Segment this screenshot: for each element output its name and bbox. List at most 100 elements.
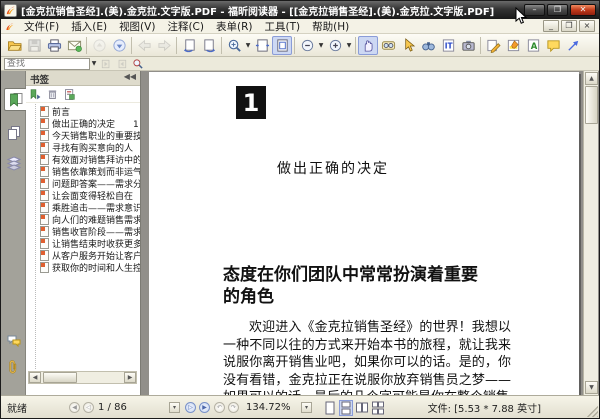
bookmark-options-icon[interactable] bbox=[63, 88, 76, 101]
sidebar-tab-comments[interactable] bbox=[3, 329, 25, 352]
bookmark-item[interactable]: 获取你的时间和人生控制权 bbox=[36, 261, 140, 274]
page-dropdown-icon[interactable]: ▾ bbox=[169, 402, 180, 413]
zoom-in-caret-icon[interactable]: ▼ bbox=[345, 42, 353, 49]
fit-width-icon[interactable] bbox=[252, 36, 272, 55]
vertical-scrollbar[interactable]: ▲ ▼ bbox=[583, 71, 598, 395]
bookmark-item[interactable]: 做出正确的决定 1 bbox=[36, 117, 140, 130]
scrollbar-thumb[interactable] bbox=[43, 372, 77, 383]
single-page-view-icon[interactable] bbox=[323, 400, 337, 416]
doc-restore-button[interactable]: ❐ bbox=[561, 20, 577, 32]
first-page-icon[interactable] bbox=[89, 36, 109, 55]
continuous-facing-view-icon[interactable] bbox=[371, 400, 385, 416]
sidebar-tab-pages[interactable] bbox=[3, 121, 25, 144]
svg-text:A: A bbox=[530, 40, 537, 50]
next-view-button[interactable]: ↷ bbox=[228, 402, 239, 413]
bookmark-item[interactable]: 有效面对销售拜访中的恐惧 bbox=[36, 153, 140, 166]
first-page-button[interactable]: ◀ bbox=[69, 402, 80, 413]
zoom-out-caret-icon[interactable]: ▼ bbox=[317, 42, 325, 49]
snapshot-icon[interactable] bbox=[458, 36, 478, 55]
fit-page-icon[interactable] bbox=[272, 35, 292, 55]
bookmark-item[interactable]: 今天销售职业的重要技巧 bbox=[36, 129, 140, 142]
bookmark-icon bbox=[9, 92, 22, 107]
scroll-left-icon[interactable]: ◀ bbox=[29, 372, 41, 383]
highlight-icon[interactable] bbox=[503, 36, 523, 55]
scroll-down-icon[interactable]: ▼ bbox=[585, 381, 598, 394]
document-view[interactable]: 1 做出正确的决定 态度在你们团队中常常扮演着重要的角色 欢迎进入《金克拉销售圣… bbox=[141, 71, 599, 395]
doc-minimize-button[interactable]: _ bbox=[543, 20, 559, 32]
note-icon[interactable] bbox=[543, 36, 563, 55]
sidebar-tab-attachments[interactable] bbox=[3, 354, 25, 377]
save-icon[interactable] bbox=[24, 36, 44, 55]
next-page-button[interactable]: ▷ bbox=[185, 402, 196, 413]
find-caret-icon[interactable]: ▼ bbox=[90, 60, 98, 67]
bookmark-item[interactable]: 前言 bbox=[36, 105, 140, 118]
last-page-icon[interactable] bbox=[109, 36, 129, 55]
zoom-level[interactable]: 134.72% bbox=[246, 396, 291, 418]
close-button[interactable]: ✕ bbox=[570, 4, 596, 16]
minimize-button[interactable]: – bbox=[524, 4, 545, 16]
forward-icon[interactable] bbox=[154, 36, 174, 55]
zoom-tool-icon[interactable] bbox=[224, 36, 244, 55]
full-search-icon[interactable] bbox=[130, 57, 146, 70]
window-title: [金克拉销售圣经].(美).金克拉.文字版.PDF - 福昕阅读器 - [[金克… bbox=[21, 6, 495, 18]
bookmarks-horizontal-scrollbar[interactable]: ◀ ▶ bbox=[28, 371, 137, 384]
menu-view[interactable]: 视图(V) bbox=[113, 19, 161, 34]
bookmark-item[interactable]: 从客户服务开始让客户满意 bbox=[36, 249, 140, 262]
sidebar-tab-layers[interactable] bbox=[3, 151, 25, 174]
menu-tools[interactable]: 工具(T) bbox=[258, 19, 306, 34]
title-bar: [金克拉销售圣经].(美).金克拉.文字版.PDF - 福昕阅读器 - [[金克… bbox=[1, 1, 599, 19]
zoom-in-icon[interactable] bbox=[325, 36, 345, 55]
prev-view-icon[interactable] bbox=[179, 36, 199, 55]
bookmark-item[interactable]: 让会面变得轻松自在 bbox=[36, 189, 140, 202]
arrow-tool-icon[interactable] bbox=[563, 36, 583, 55]
menu-insert[interactable]: 插入(E) bbox=[65, 19, 113, 34]
find-next-icon[interactable] bbox=[114, 57, 130, 70]
zoom-tool-caret-icon[interactable]: ▼ bbox=[244, 42, 252, 49]
maximize-button[interactable]: ❐ bbox=[547, 4, 568, 16]
delete-bookmark-icon[interactable] bbox=[46, 88, 59, 101]
pencil-icon[interactable] bbox=[483, 36, 503, 55]
scroll-up-icon[interactable]: ▲ bbox=[585, 72, 598, 85]
app-menu-icon[interactable] bbox=[4, 21, 15, 32]
hand-tool-icon[interactable] bbox=[358, 35, 378, 55]
bookmark-item[interactable]: 让销售结束时收获更多 bbox=[36, 237, 140, 250]
bookmark-item[interactable]: 向人们的难题销售需求解决 bbox=[36, 213, 140, 226]
resize-grip[interactable] bbox=[586, 405, 598, 417]
menu-form[interactable]: 表单(R) bbox=[210, 19, 259, 34]
page-indicator[interactable]: 1 / 86 bbox=[98, 396, 127, 418]
next-view-icon[interactable] bbox=[199, 36, 219, 55]
bookmark-item[interactable]: 寻找有购买意向的人 bbox=[36, 141, 140, 154]
zoom-dropdown-icon[interactable]: ▾ bbox=[301, 402, 312, 413]
menu-file[interactable]: 文件(F) bbox=[18, 19, 65, 34]
scrollbar-thumb[interactable] bbox=[585, 86, 598, 124]
select-tool-icon[interactable] bbox=[398, 36, 418, 55]
select-text-icon[interactable]: IT bbox=[438, 36, 458, 55]
body-paragraph: 欢迎进入《金克拉销售圣经》的世界！我想以一种不同以往的方式来开始本书的旅程，就让… bbox=[223, 320, 511, 395]
search-input[interactable] bbox=[4, 57, 90, 70]
find-previous-icon[interactable] bbox=[98, 57, 114, 70]
bookmark-item[interactable]: 销售收官阶段——需求满足 bbox=[36, 225, 140, 238]
print-icon[interactable] bbox=[44, 36, 64, 55]
loupe-icon[interactable] bbox=[378, 36, 398, 55]
menu-comment[interactable]: 注释(C) bbox=[161, 19, 210, 34]
bookmark-item[interactable]: 销售依靠策划而非运气 bbox=[36, 165, 140, 178]
panel-collapse-icon[interactable]: ◀◀ bbox=[124, 72, 136, 84]
last-page-button[interactable]: ▶ bbox=[199, 402, 210, 413]
email-icon[interactable] bbox=[64, 36, 84, 55]
continuous-view-icon[interactable] bbox=[339, 399, 353, 416]
bookmark-item[interactable]: 问题即答案——需求分析 bbox=[36, 177, 140, 190]
prev-view-button[interactable]: ↶ bbox=[214, 402, 225, 413]
find-icon[interactable] bbox=[418, 36, 438, 55]
open-icon[interactable] bbox=[4, 36, 24, 55]
facing-view-icon[interactable] bbox=[355, 400, 369, 416]
typewriter-icon[interactable]: A bbox=[523, 36, 543, 55]
zoom-out-icon[interactable] bbox=[297, 36, 317, 55]
expand-bookmark-icon[interactable] bbox=[29, 88, 42, 101]
bookmark-item[interactable]: 乘胜追击——需求意识 bbox=[36, 201, 140, 214]
prev-page-button[interactable]: ◁ bbox=[83, 402, 94, 413]
back-icon[interactable] bbox=[134, 36, 154, 55]
scroll-right-icon[interactable]: ▶ bbox=[124, 372, 136, 383]
doc-close-button[interactable]: × bbox=[579, 20, 595, 32]
menu-help[interactable]: 帮助(H) bbox=[306, 19, 355, 34]
sidebar-tab-bookmarks[interactable] bbox=[4, 88, 26, 111]
